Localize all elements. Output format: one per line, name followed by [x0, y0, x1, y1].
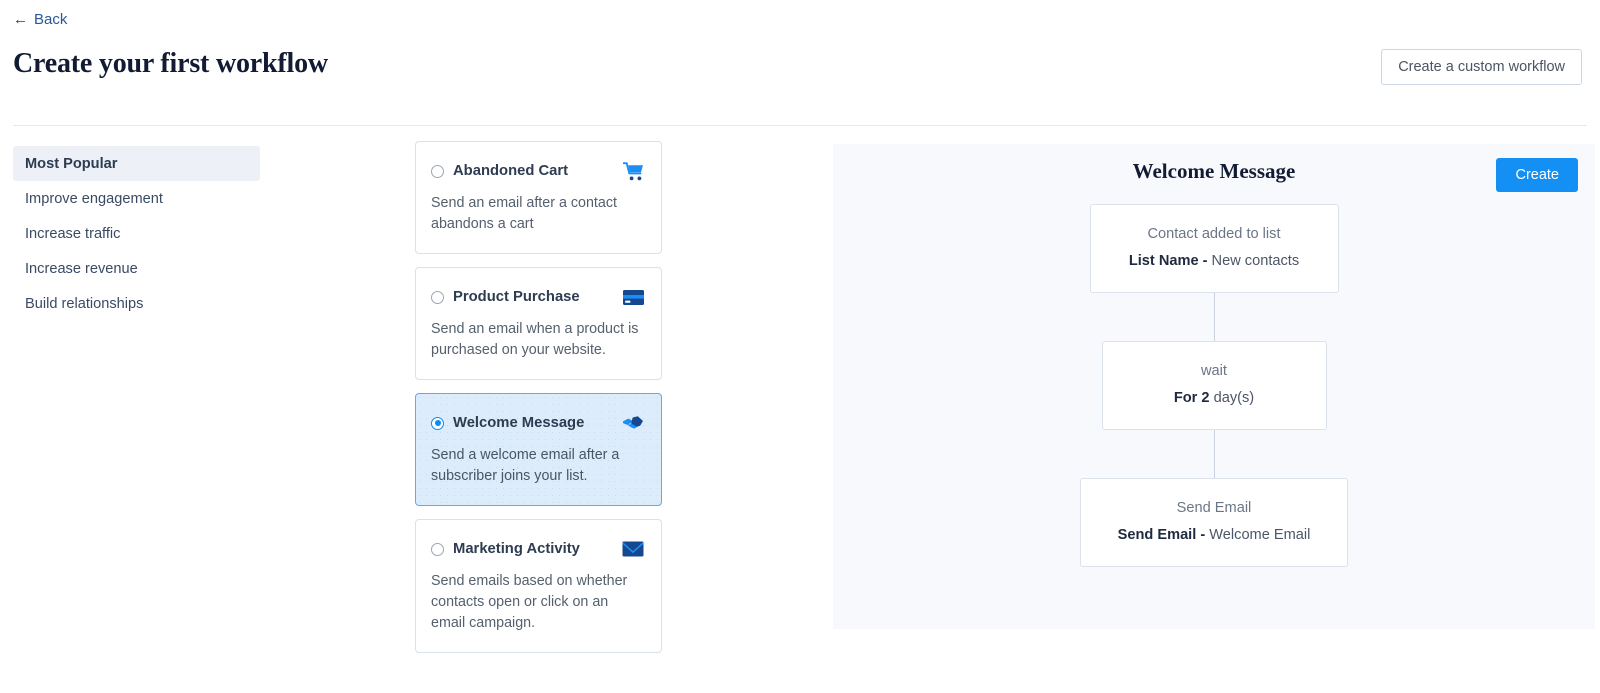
- sidebar-item-label: Improve engagement: [25, 190, 163, 207]
- preview-title: Welcome Message: [1132, 159, 1296, 183]
- sidebar-item-label: Build relationships: [25, 295, 144, 312]
- node-detail-bold: Send Email -: [1117, 527, 1206, 543]
- card-header: Abandoned Cart: [431, 161, 644, 181]
- category-sidebar: Most Popular Improve engagement Increase…: [13, 146, 260, 321]
- back-link-label: Back: [34, 11, 68, 28]
- card-header: Product Purchase: [431, 287, 644, 307]
- card-title: Product Purchase: [453, 289, 580, 306]
- create-custom-workflow-button[interactable]: Create a custom workflow: [1381, 49, 1582, 85]
- card-description: Send an email when a product is purchase…: [431, 321, 639, 359]
- shopping-cart-icon: [622, 161, 644, 181]
- radio-abandoned-cart[interactable]: [431, 164, 444, 178]
- card-header: Welcome Message: [431, 413, 644, 433]
- workflow-preview-panel: Welcome Message Create Contact added to …: [833, 144, 1595, 629]
- node-detail-rest: New contacts: [1207, 253, 1300, 269]
- workflow-option-welcome-message[interactable]: Welcome Message Send a welcome email aft…: [415, 393, 662, 507]
- radio-welcome-message[interactable]: [431, 416, 444, 430]
- sidebar-item-label: Increase traffic: [25, 225, 121, 242]
- back-link[interactable]: ← Back: [13, 11, 67, 28]
- node-detail-rest: day(s): [1209, 390, 1255, 406]
- sidebar-item-most-popular[interactable]: Most Popular: [13, 146, 260, 181]
- workflow-node-send-email[interactable]: Send Email Send Email - Welcome Email: [1080, 478, 1348, 567]
- sidebar-item-build-relationships[interactable]: Build relationships: [13, 286, 260, 321]
- node-detail-rest: Welcome Email: [1205, 527, 1311, 543]
- arrow-left-icon: ←: [13, 11, 28, 28]
- workflow-node-wait[interactable]: wait For 2 day(s): [1101, 341, 1327, 430]
- card-description: Send a welcome email after a subscriber …: [431, 447, 620, 485]
- node-kind: wait: [1201, 363, 1227, 379]
- workflow-node-trigger[interactable]: Contact added to list List Name - New co…: [1089, 204, 1339, 293]
- page-title: Create your first workflow: [13, 48, 328, 79]
- node-detail: Send Email - Welcome Email: [1105, 527, 1323, 543]
- workflow-connector: [1213, 430, 1215, 478]
- envelope-icon: [622, 539, 644, 559]
- card-title: Welcome Message: [453, 415, 585, 432]
- node-detail-bold: For 2: [1173, 390, 1210, 406]
- workflow-template-picker-page: ← Back Create your first workflow Create…: [0, 0, 1600, 693]
- workflow-diagram: Contact added to list List Name - New co…: [833, 204, 1595, 567]
- workflow-option-abandoned-cart[interactable]: Abandoned Cart Send an email after a con…: [415, 141, 662, 255]
- card-description: Send emails based on whether contacts op…: [431, 573, 628, 632]
- create-button[interactable]: Create: [1496, 158, 1578, 192]
- sidebar-item-increase-revenue[interactable]: Increase revenue: [13, 251, 260, 286]
- node-kind: Contact added to list: [1147, 226, 1281, 242]
- card-title: Marketing Activity: [453, 541, 580, 558]
- radio-marketing-activity[interactable]: [431, 542, 444, 556]
- card-description: Send an email after a contact abandons a…: [431, 195, 617, 233]
- workflow-option-list: Abandoned Cart Send an email after a con…: [415, 141, 662, 666]
- sidebar-item-increase-traffic[interactable]: Increase traffic: [13, 216, 260, 251]
- workflow-option-product-purchase[interactable]: Product Purchase Send an email when a pr…: [415, 267, 662, 381]
- handshake-icon: [622, 413, 644, 433]
- radio-product-purchase[interactable]: [431, 290, 444, 304]
- header-divider: [13, 125, 1587, 126]
- workflow-connector: [1213, 293, 1215, 341]
- workflow-option-marketing-activity[interactable]: Marketing Activity Send emails based on …: [415, 519, 662, 654]
- card-header: Marketing Activity: [431, 539, 644, 559]
- credit-card-icon: [622, 287, 644, 307]
- sidebar-item-label: Most Popular: [25, 155, 118, 172]
- node-detail: List Name - New contacts: [1115, 253, 1314, 269]
- sidebar-item-improve-engagement[interactable]: Improve engagement: [13, 181, 260, 216]
- node-detail: For 2 day(s): [1127, 390, 1302, 406]
- sidebar-item-label: Increase revenue: [25, 260, 138, 277]
- node-kind: Send Email: [1176, 500, 1252, 516]
- node-detail-bold: List Name -: [1128, 253, 1208, 269]
- card-title: Abandoned Cart: [453, 163, 569, 179]
